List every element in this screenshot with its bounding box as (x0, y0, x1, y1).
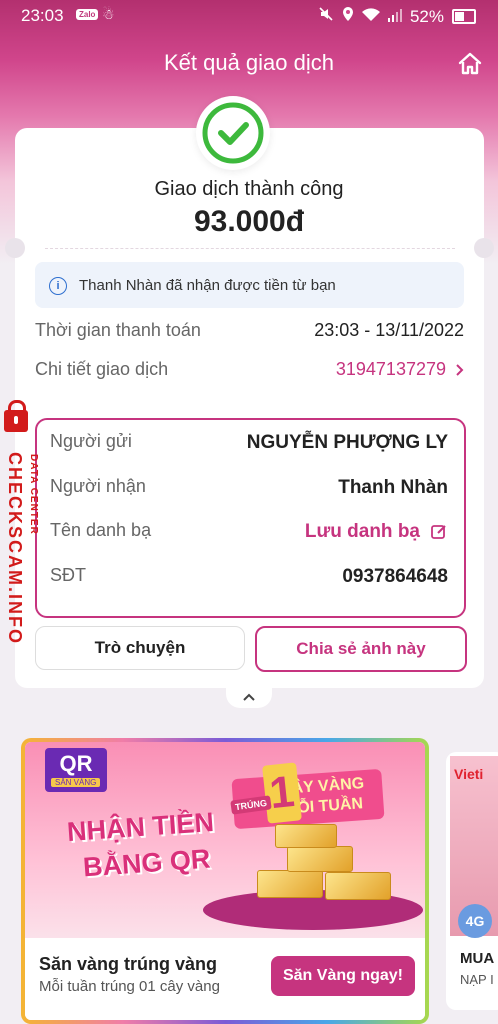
sender-label: Người gửi (50, 431, 132, 451)
promo-line-1: NHẬN TIỀN (66, 806, 215, 848)
chat-button[interactable]: Trò chuyện (35, 626, 245, 670)
zalo-icon: Zalo (76, 9, 99, 20)
receiver-value: Thanh Nhàn (338, 477, 448, 498)
payment-time-value: 23:03 - 13/11/2022 (314, 320, 464, 340)
save-contact-button[interactable]: Lưu danh bạ (305, 521, 448, 543)
receiver-label: Người nhận (50, 476, 146, 496)
promo-cta-button[interactable]: Săn Vàng ngay! (271, 956, 415, 996)
promo-2-title: MUA (460, 950, 495, 967)
save-contact-label: Lưu danh bạ (304, 521, 420, 542)
share-image-button[interactable]: Chia sẻ ảnh này (255, 626, 467, 672)
result-amount: 93.000đ (193, 205, 305, 238)
chevron-right-icon (456, 363, 464, 376)
battery-icon (452, 9, 476, 24)
payment-time-label: Thời gian thanh toán (35, 320, 201, 340)
gold-bar (257, 870, 323, 898)
transaction-detail-label: Chi tiết giao dịch (35, 359, 169, 379)
status-time: 23:03 (21, 6, 64, 25)
contact-label: Tên danh bạ (50, 520, 152, 540)
promo-banner[interactable]: QR SĂN VÀNG CÂY VÀNG MỖI TUẦN 1 TRÚNG NH… (21, 738, 429, 1024)
edit-icon (431, 525, 446, 539)
transaction-id: 31947137279 (335, 359, 446, 379)
collapse-handle[interactable] (226, 686, 272, 708)
success-check-icon (202, 102, 264, 164)
gold-bar (275, 824, 337, 848)
watermark-label: DATA CENTER (28, 454, 39, 535)
promo-2-image: Vieti 4G (450, 756, 498, 938)
promo-title: Săn vàng trúng vàng (39, 954, 218, 974)
gold-bar (325, 872, 391, 900)
promo-2-subtitle: NẠP I (460, 972, 494, 987)
chevron-up-icon (243, 693, 255, 701)
info-text: Thanh Nhàn đã nhận được tiền từ bạn (79, 277, 336, 294)
card-notch-left (5, 238, 25, 258)
page-title: Kết quả giao dịch (163, 50, 335, 75)
watermark: CHECKSCAM.INFO DATA CENTER (0, 400, 44, 645)
gold-bar (287, 846, 353, 872)
card-divider (45, 248, 455, 249)
phone-label: SĐT (50, 565, 86, 585)
qr-logo-sub: SĂN VÀNG (51, 778, 101, 787)
success-badge (196, 96, 270, 170)
promo-2-badge: 4G (458, 904, 492, 938)
promo-image: QR SĂN VÀNG CÂY VÀNG MỖI TUẦN 1 TRÚNG NH… (25, 742, 425, 938)
location-icon (342, 6, 354, 27)
home-icon[interactable] (457, 51, 483, 77)
result-status: Giao dịch thành công (154, 178, 344, 200)
watermark-site: CHECKSCAM.INFO (5, 452, 25, 645)
promo-number: 1 (262, 762, 302, 824)
notification-icon: ☃ (102, 6, 115, 22)
status-bar: 23:03 Zalo ☃ 52% (0, 0, 498, 32)
signal-icon (387, 7, 402, 27)
promo-2-brand: Vieti (454, 766, 484, 782)
promo-subtitle: Mỗi tuần trúng 01 cây vàng (39, 978, 220, 995)
info-icon: i (49, 277, 67, 295)
info-notice: i Thanh Nhàn đã nhận được tiền từ bạn (35, 262, 464, 308)
transaction-detail-link[interactable]: 31947137279 (336, 359, 464, 380)
status-icons: 52% (318, 6, 476, 27)
promo-footer: Săn vàng trúng vàng Mỗi tuần trúng 01 câ… (25, 938, 425, 1020)
promo-line-2: BẰNG QR (82, 843, 212, 883)
promo-banner-2[interactable]: Vieti 4G MUA NẠP I (446, 752, 498, 1010)
card-notch-right (474, 238, 494, 258)
lock-icon (4, 400, 28, 432)
mute-icon (318, 6, 334, 27)
wifi-icon (361, 7, 380, 27)
battery-percent: 52% (409, 6, 444, 26)
sender-value: NGUYỄN PHƯỢNG LY (246, 432, 448, 453)
phone-value: 0937864648 (342, 566, 448, 587)
